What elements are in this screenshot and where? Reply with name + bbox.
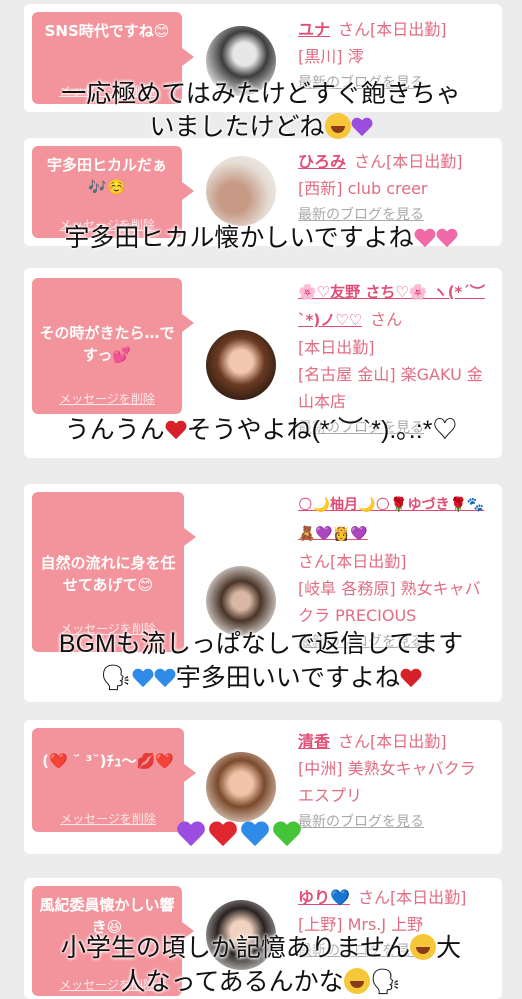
message-text: (❤️ ˘ ³˘)ﾁｭ〜💋❤️ [42,752,174,770]
cast-name-link[interactable]: 🌕🌙柚月🌙🌕🌹ゆづき🌹🐾🧸💜👸💜 [298,497,484,542]
red-heart-icon [400,668,422,688]
overlay-caption-6: 小学生の頃しか記憶ありません大 人なってあるんかな 🗣 [0,932,522,999]
cast-name-link[interactable]: ひろみ [298,152,346,171]
profile-info: 清香 さん[本日出勤] [中洲] 美熟女キャバクラ エスプリ 最新のブログを見る [298,728,494,836]
blue-heart-icon [240,820,270,848]
caption-text: そうやよね(*´︶`*).｡.:*♡ [186,416,458,444]
speaking-head-icon: 🗣 [99,663,132,692]
caption-text: うんうん [64,416,165,444]
message-text: 宇多田ヒカルだぁ🎶☺️ [46,156,167,196]
shop-info[interactable]: [黒川] 澪 [298,43,494,70]
blue-heart-icon [154,668,176,688]
blue-heart-icon [132,668,154,688]
caption-text: 大 [436,934,462,962]
caption-line: 一応極めてはみたけどすぐ飽きちゃ [61,80,461,108]
hearts-row [176,820,302,848]
status-text: さん[本日出勤] [298,552,407,571]
shop-info[interactable]: [中洲] 美熟女キャバクラ エスプリ [298,755,494,809]
shop-info[interactable]: [西新] club creer [298,175,494,202]
purple-heart-icon [351,117,373,137]
overlay-caption-4: BGMも流しっぱなしで返信してます 🗣 宇多田いいですよね [0,628,522,695]
red-heart-icon [165,420,187,440]
caption-line: 小学生の頃しか記憶ありません大 [0,932,522,965]
laughing-emoji-icon [324,113,351,139]
speaking-head-icon: 🗣 [369,967,402,996]
latest-blog-link[interactable]: 最新のブログを見る [298,809,494,836]
caption-line: いましたけどね [0,111,522,144]
caption-line: BGMも流しっぱなしで返信してます [58,630,464,658]
shop-info[interactable]: [名古屋 金山] 楽GAKU 金山本店 [298,361,494,415]
status-text: さん[本日出勤] [338,732,447,751]
caption-text: 小学生の頃しか記憶ありません [60,934,411,962]
red-heart-icon [208,820,238,848]
status-text: さん[本日出勤] [338,20,447,39]
caption-text: いましたけどね [149,113,325,141]
caption-line: 🗣 宇多田いいですよね [0,661,522,695]
caption-text: 宇多田ヒカル懐かしいですよね [64,224,414,252]
profile-info: ひろみ さん[本日出勤] [西新] club creer 最新のブログを見る [298,148,494,229]
shop-info[interactable]: [岐阜 各務原] 熟女キャバクラ PRECIOUS [298,575,494,629]
status-text-2: [本日出勤] [298,338,375,357]
delete-message-link[interactable]: メッセージを削除 [32,808,184,830]
avatar[interactable] [206,752,276,822]
purple-heart-icon [176,820,206,848]
status-text: さん[本日出勤] [357,888,467,907]
message-text: 風紀委員懐かしい響き😆 [39,896,175,936]
avatar[interactable] [206,156,276,226]
delete-message-link[interactable]: メッセージを削除 [32,388,182,410]
avatar[interactable] [206,330,276,400]
pink-heart-icon [436,228,458,248]
message-text: SNS時代ですね😊 [44,22,170,40]
overlay-caption-2: 宇多田ヒカル懐かしいですよね [0,222,522,255]
laughing-emoji-icon [410,934,437,960]
status-text: さん [370,310,403,329]
cast-name-link[interactable]: ゆり💙 [298,888,350,907]
message-text: その時がきたら…ですっ💕 [39,324,175,364]
status-text: さん[本日出勤] [354,152,463,171]
caption-text: 人なってあるんかな [120,968,344,996]
message-text: 自然の流れに身を任せてあげて😊 [40,554,176,594]
laughing-emoji-icon [343,968,370,994]
message-bubble: (❤️ ˘ ³˘)ﾁｭ〜💋❤️ メッセージを削除 [32,728,196,832]
cast-name-link[interactable]: ユナ [298,20,330,39]
overlay-caption-3: うんうん そうやよね(*´︶`*).｡.:*♡ [0,414,522,447]
caption-text: 宇多田いいですよね [175,664,400,692]
cast-name-link[interactable]: 清香 [298,732,330,751]
pink-heart-icon [414,228,436,248]
overlay-caption-1: 一応極めてはみたけどすぐ飽きちゃ いましたけどね [0,78,522,144]
green-heart-icon [272,820,302,848]
message-bubble: その時がきたら…ですっ💕 メッセージを削除 [32,278,194,414]
avatar[interactable] [206,566,276,636]
caption-line: 人なってあるんかな 🗣 [0,965,522,999]
